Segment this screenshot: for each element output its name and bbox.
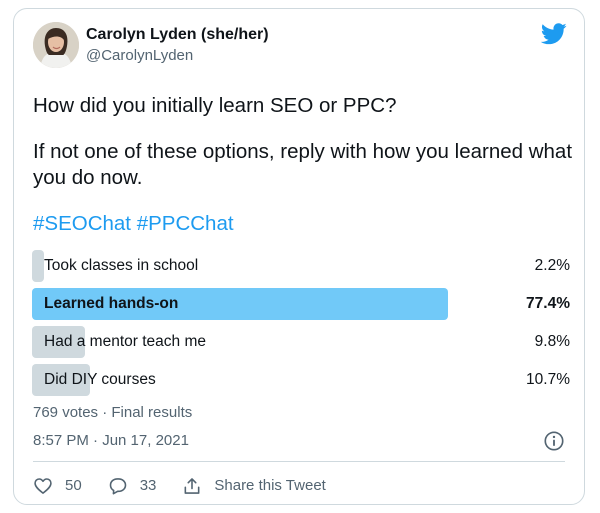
like-button[interactable]: 50 (33, 476, 82, 496)
heart-icon (34, 478, 52, 494)
share-button[interactable]: Share this Tweet (182, 476, 326, 496)
reply-icon (109, 478, 126, 495)
author-block[interactable]: Carolyn Lyden (she/her) @CarolynLyden (86, 25, 269, 66)
poll-option-winner: Learned hands-on 77.4% (32, 288, 570, 320)
poll-option-label: Had a mentor teach me (44, 333, 206, 350)
hashtag-list: #SEOChat #PPCChat (33, 211, 573, 237)
reply-button[interactable]: 33 (108, 476, 157, 496)
tweet-card[interactable]: Carolyn Lyden (she/her) @CarolynLyden Ho… (13, 8, 585, 505)
poll-bar (32, 250, 44, 282)
twitter-bird-icon[interactable] (541, 23, 567, 45)
poll-option-label: Took classes in school (44, 257, 199, 274)
tweet-body: If not one of these options, reply with … (33, 140, 573, 189)
divider (33, 461, 565, 462)
poll-option-label: Learned hands-on (44, 295, 179, 312)
tweet-question: How did you initially learn SEO or PPC? (33, 94, 397, 117)
avatar-image (33, 22, 79, 68)
author-handle[interactable]: @CarolynLyden (86, 46, 269, 66)
poll-option-percent: 10.7% (526, 371, 570, 388)
poll: Took classes in school 2.2% Learned hand… (32, 250, 570, 402)
poll-option-percent: 2.2% (534, 257, 570, 274)
tweet-text: How did you initially learn SEO or PPC? … (33, 93, 573, 237)
poll-option: Had a mentor teach me 9.8% (32, 326, 570, 358)
avatar[interactable] (33, 22, 79, 68)
tweet-timestamp[interactable]: 8:57 PM · Jun 17, 2021 (33, 431, 189, 451)
hashtag-link[interactable]: #PPCChat (137, 212, 234, 235)
share-label: Share this Tweet (214, 477, 326, 494)
poll-option: Took classes in school 2.2% (32, 250, 570, 282)
info-icon[interactable] (543, 430, 565, 452)
share-icon (184, 478, 200, 494)
tweet-actions: 50 33 Share this Tweet (33, 475, 326, 497)
poll-option: Did DIY courses 10.7% (32, 364, 570, 396)
poll-option-percent: 77.4% (526, 295, 570, 312)
like-count: 50 (65, 477, 82, 494)
poll-option-percent: 9.8% (534, 333, 570, 350)
reply-count: 33 (139, 477, 157, 494)
hashtag-link[interactable]: #SEOChat (33, 212, 131, 235)
poll-option-label: Did DIY courses (44, 371, 156, 388)
author-name[interactable]: Carolyn Lyden (she/her) (86, 25, 269, 45)
poll-results-meta: 769 votes · Final results (33, 404, 193, 421)
